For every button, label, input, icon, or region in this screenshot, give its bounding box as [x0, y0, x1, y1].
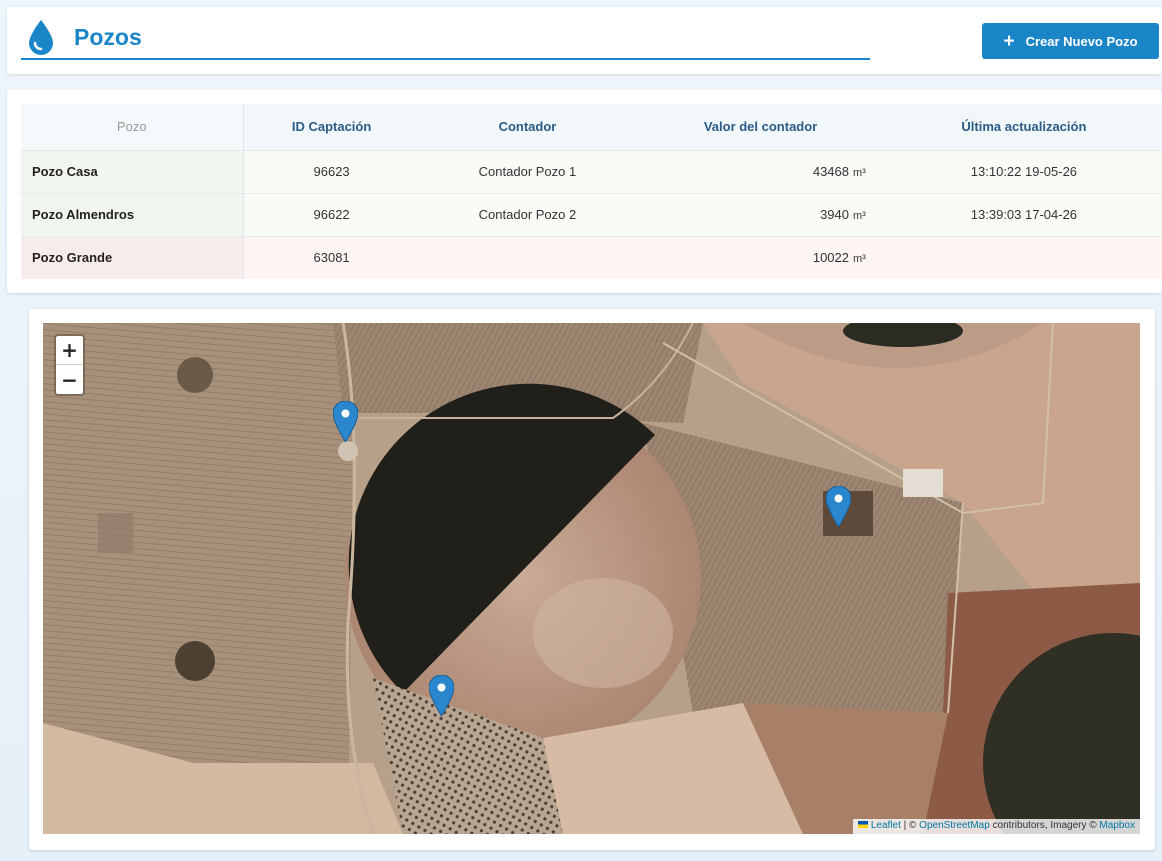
- table-header-row: Pozo ID Captación Contador Valor del con…: [21, 104, 1162, 150]
- well-meter-value: 3940 m³: [635, 192, 886, 236]
- well-name: Pozo Casa: [21, 149, 244, 193]
- well-meter: Contador Pozo 2: [419, 192, 636, 236]
- meter-unit: m³: [853, 210, 866, 222]
- attribution-text: contributors, Imagery ©: [989, 820, 1100, 831]
- meter-value: 43468: [812, 164, 849, 179]
- well-meter-value: 43468 m³: [635, 149, 886, 193]
- header-card: Pozos + Crear Nuevo Pozo: [7, 7, 1162, 74]
- map-card: + − Leaflet | © OpenStreetMap contributo…: [29, 309, 1155, 850]
- wells-table-card: Pozo ID Captación Contador Valor del con…: [7, 90, 1162, 293]
- meter-unit: m³: [853, 253, 866, 266]
- map-attribution: Leaflet | © OpenStreetMap contributors, …: [852, 819, 1140, 834]
- well-meter: Contador Pozo 1: [419, 149, 636, 193]
- column-header-updated[interactable]: Última actualización: [885, 104, 1162, 150]
- column-header-meter[interactable]: Contador: [419, 104, 636, 150]
- meter-value: 3940: [820, 207, 849, 222]
- map-marker-icon[interactable]: [333, 401, 358, 442]
- attribution-separator: | ©: [900, 820, 920, 831]
- well-updated: [885, 235, 1162, 279]
- well-id: 96623: [243, 149, 420, 193]
- zoom-out-button[interactable]: −: [56, 365, 83, 394]
- mapbox-link[interactable]: Mapbox: [1099, 820, 1135, 831]
- map-marker-icon[interactable]: [826, 486, 851, 527]
- satellite-map[interactable]: + − Leaflet | © OpenStreetMap contributo…: [43, 323, 1140, 834]
- well-updated: 13:39:03 17-04-26: [885, 192, 1162, 236]
- well-id: 63081: [243, 235, 420, 279]
- page-title-bar: Pozos: [21, 17, 870, 60]
- water-drop-icon: [29, 20, 53, 55]
- well-meter-value: 10022 m³: [635, 235, 886, 279]
- zoom-control: + −: [54, 334, 85, 396]
- well-meter: [419, 235, 636, 279]
- satellite-imagery: [43, 323, 1140, 834]
- meter-value: 10022: [812, 250, 849, 266]
- well-id: 96622: [243, 192, 420, 236]
- column-header-pozo[interactable]: Pozo: [21, 104, 244, 150]
- zoom-in-button[interactable]: +: [56, 336, 83, 365]
- column-header-id[interactable]: ID Captación: [243, 104, 420, 150]
- table-row[interactable]: Pozo Almendros 96622 Contador Pozo 2 394…: [21, 192, 1162, 236]
- plus-icon: +: [1003, 30, 1015, 52]
- well-name: Pozo Grande: [21, 235, 244, 279]
- wells-table: Pozo ID Captación Contador Valor del con…: [21, 104, 1162, 279]
- openstreetmap-link[interactable]: OpenStreetMap: [919, 820, 990, 831]
- well-name: Pozo Almendros: [21, 192, 244, 236]
- leaflet-link[interactable]: Leaflet: [871, 820, 901, 831]
- ukraine-flag-icon: [857, 821, 868, 828]
- create-new-well-button[interactable]: + Crear Nuevo Pozo: [982, 23, 1159, 59]
- column-header-value[interactable]: Valor del contador: [635, 104, 886, 150]
- table-row[interactable]: Pozo Casa 96623 Contador Pozo 1 43468 m³ …: [21, 149, 1162, 193]
- map-marker-icon[interactable]: [429, 675, 454, 716]
- page-title: Pozos: [74, 24, 142, 50]
- table-row[interactable]: Pozo Grande 63081 10022 m³: [21, 235, 1162, 279]
- well-updated: 13:10:22 19-05-26: [885, 149, 1162, 193]
- create-new-well-label: Crear Nuevo Pozo: [1025, 33, 1138, 49]
- meter-unit: m³: [853, 167, 866, 179]
